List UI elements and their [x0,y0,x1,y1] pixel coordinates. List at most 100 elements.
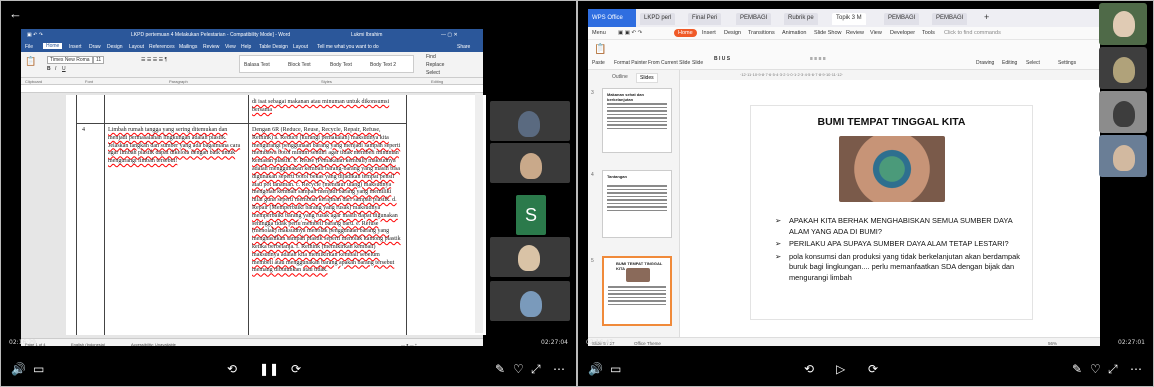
new-tab-icon[interactable]: + [984,12,989,22]
table-border [76,123,407,124]
like-icon[interactable]: ♡ [1090,362,1101,376]
right-video-player[interactable]: WPS Office LKPD perl Final Peri PEMBAGI … [577,0,1154,387]
subtitles-icon[interactable]: ▭ [610,362,621,376]
font-size-field[interactable]: 11 [93,56,105,64]
tab-transitions[interactable]: Transitions [748,30,775,36]
find-button[interactable]: Find [426,54,436,60]
tab-help[interactable]: Help [241,44,251,50]
forward-icon[interactable]: ⟳ [868,362,878,376]
doc-tab[interactable]: PEMBAGI [884,13,920,25]
tab-review[interactable]: Review [846,30,864,36]
person-silhouette [518,111,540,137]
doc-tab-active[interactable]: Topik 3 M [832,13,866,25]
table-border [248,95,249,335]
document-page[interactable]: di isat sebagai makanan atau minuman unt… [66,95,486,335]
subtitles-icon[interactable]: ▭ [33,362,44,376]
wps-tab-bar: WPS Office LKPD perl Final Peri PEMBAGI … [588,9,1100,27]
paste-icon[interactable]: 📋 [594,44,606,55]
tab-slide-show[interactable]: Slide Show [814,30,842,36]
word-window: ▣ ↶ ↷ LKPD pertemuan 4 Melakukan Pelesta… [21,29,486,348]
editing-label[interactable]: Editing [1002,60,1017,66]
back-arrow-icon[interactable]: ← [9,6,22,21]
paragraph-tools-icon[interactable]: ☰ ☰ ☰ ☰ ¶ [141,57,167,63]
style-item[interactable]: Body Text 2 [370,62,396,68]
left-video-player[interactable]: ← ▣ ↶ ↷ LKPD pertemuan 4 Melakukan Peles… [0,0,577,387]
rewind-icon[interactable]: ⟲ [804,362,814,376]
underline-icon[interactable]: U [62,66,66,72]
tab-design[interactable]: Design [724,30,741,36]
drawing-label[interactable]: Drawing [976,60,994,66]
fullscreen-icon[interactable]: ⤢ [1108,362,1118,376]
replace-button[interactable]: Replace [426,62,444,68]
doc-tab[interactable]: Rubrik pe [784,13,818,25]
style-item[interactable]: Balasa Text [244,62,270,68]
select-label[interactable]: Select [1026,60,1040,66]
text-format-icon[interactable]: B I U S [714,56,730,62]
pause-icon[interactable]: ❚❚ [259,362,279,376]
from-current-slide-label[interactable]: From Current Slide [648,60,690,66]
tab-home[interactable]: Home [43,43,63,49]
tab-insert[interactable]: Insert [69,44,82,50]
slide-thumbnail[interactable]: Tantangan [602,170,672,238]
tell-me-box[interactable]: Tell me what you want to do [317,44,379,50]
participant-cam [490,281,570,321]
slide-thumbnail[interactable]: Makanan sehat dan berkelanjutan [602,88,672,153]
italic-icon[interactable]: I [55,66,56,72]
more-icon[interactable]: ⋯ [553,362,565,376]
slide-thumbnail-selected[interactable]: BUMI TEMPAT TINGGAL KITA [602,256,672,326]
more-icon[interactable]: ⋯ [1130,362,1142,376]
volume-icon[interactable]: 🔊 [11,362,26,376]
quick-access-icon[interactable]: ▣ ▣ ↶ ↷ [618,30,642,36]
bold-icon[interactable]: B [47,66,51,72]
fullscreen-icon[interactable]: ⤢ [531,362,541,376]
tab-layout[interactable]: Layout [129,44,144,50]
doc-tab[interactable]: PEMBAGI [932,13,968,25]
vertical-scrollbar[interactable] [475,93,483,333]
command-search[interactable]: Click to find commands [944,30,1001,36]
save-icon[interactable]: ▣ ↶ ↷ [27,32,43,38]
outline-tab[interactable]: Outline [612,74,628,80]
menu-button[interactable]: Menu [592,30,606,36]
like-icon[interactable]: ♡ [513,362,524,376]
style-item[interactable]: Block Text [288,62,311,68]
tab-review[interactable]: Review [203,44,219,50]
select-button[interactable]: Select [426,70,440,76]
tab-mailings[interactable]: Mailings [179,44,197,50]
tab-table-layout[interactable]: Layout [293,44,308,50]
font-name-field[interactable]: Times New Roma [47,56,93,64]
new-slide-label[interactable]: Slide [692,60,703,66]
tab-developer[interactable]: Developer [890,30,915,36]
edit-icon[interactable]: ✎ [495,362,505,376]
share-button[interactable]: Share [457,44,470,50]
slides-tab[interactable]: Slides [636,73,658,83]
group-label: Clipboard [25,79,43,84]
tab-table-design[interactable]: Table Design [259,44,288,50]
window-controls-icon[interactable]: — ▢ ✕ [441,32,458,38]
current-slide[interactable]: BUMI TEMPAT TINGGAL KITA APAKAH KITA BER… [750,105,1033,320]
edit-icon[interactable]: ✎ [1072,362,1082,376]
tab-home[interactable]: Home [674,29,697,37]
forward-icon[interactable]: ⟳ [291,362,301,376]
tab-view[interactable]: View [870,30,882,36]
tab-design[interactable]: Design [107,44,123,50]
rewind-icon[interactable]: ⟲ [227,362,237,376]
doc-tab[interactable]: LKPD perl [640,13,676,25]
tab-animation[interactable]: Animation [782,30,806,36]
doc-tab[interactable]: PEMBAGI [736,13,772,25]
tab-references[interactable]: References [149,44,175,50]
wps-logo[interactable]: WPS Office [588,9,636,27]
doc-tab[interactable]: Final Peri [688,13,722,25]
style-item[interactable]: Body Text [330,62,352,68]
tab-insert[interactable]: Insert [702,30,716,36]
format-painter-label[interactable]: Format Painter [614,60,647,66]
paste-icon[interactable]: 📋 [25,56,36,67]
play-icon[interactable]: ▷ [836,362,845,376]
tab-draw[interactable]: Draw [89,44,101,50]
settings-label[interactable]: Settings [1058,60,1076,66]
tab-file[interactable]: File [25,44,33,50]
tab-view[interactable]: View [225,44,236,50]
tab-tools[interactable]: Tools [922,30,935,36]
volume-icon[interactable]: 🔊 [588,362,603,376]
align-tools-icon[interactable]: ≡ ≡ ≡ ≡ [810,56,826,62]
styles-gallery[interactable]: Balasa Text Block Text Body Text Body Te… [239,55,414,73]
